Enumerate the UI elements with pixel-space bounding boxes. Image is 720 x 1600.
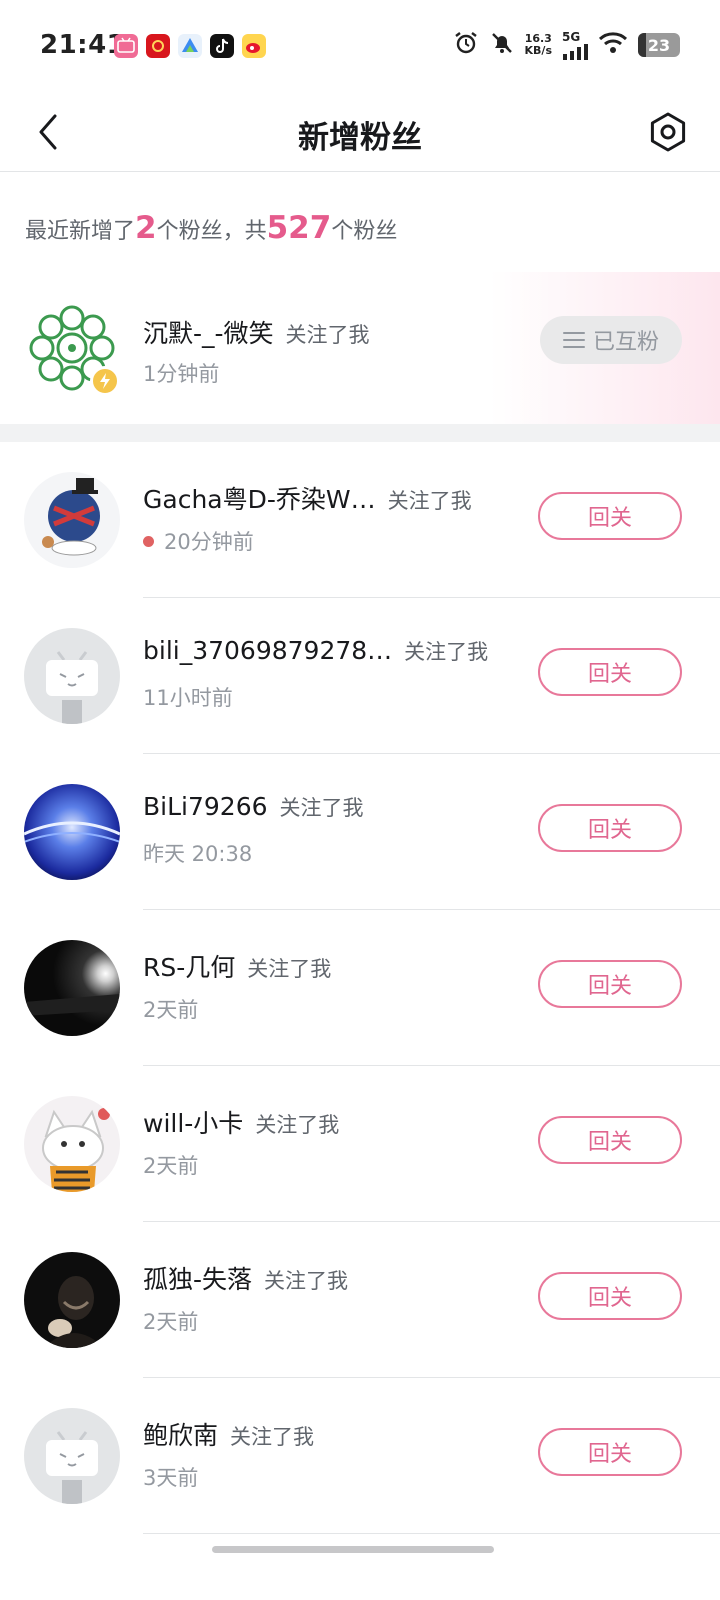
follower-name[interactable]: bili_37069879278… — [143, 636, 392, 665]
section-divider — [0, 424, 720, 442]
follow-time: 2天前 — [143, 1150, 198, 1180]
alarm-icon — [453, 30, 479, 60]
top-nav-bar: 新增粉丝 — [0, 92, 720, 172]
follow-time-text: 20分钟前 — [164, 530, 254, 554]
follower-name-line: 沉默-_-微笑 关注了我 — [143, 314, 370, 350]
follow-time-text: 1分钟前 — [143, 362, 220, 386]
blue-abstract-avatar[interactable] — [24, 784, 120, 880]
lightning-badge-icon — [90, 366, 120, 396]
notification-app-icons — [114, 34, 266, 58]
follower-name-line: Gacha粤D-乔染W… 关注了我 — [143, 480, 472, 516]
follow-back-button[interactable]: 回关 — [538, 804, 682, 852]
follower-row[interactable]: RS-几何 关注了我 2天前 回关 — [0, 910, 720, 1066]
dark-photo-avatar[interactable] — [24, 940, 120, 1036]
maps-icon — [178, 34, 202, 58]
follow-time-text: 2天前 — [143, 1154, 199, 1178]
follow-action-text: 关注了我 — [285, 323, 370, 347]
follower-name[interactable]: BiLi79266 — [143, 792, 268, 821]
follower-name-line: 鲍欣南 关注了我 — [143, 1416, 314, 1452]
follower-name-line: bili_37069879278… 关注了我 — [143, 636, 488, 666]
follower-row[interactable]: Gacha粤D-乔染W… 关注了我 20分钟前 回关 — [0, 442, 720, 598]
bilibili-icon — [114, 34, 138, 58]
follow-time: 3天前 — [143, 1462, 198, 1492]
follow-action-text: 关注了我 — [387, 489, 472, 513]
cellular-signal-icon: 5G — [562, 30, 588, 60]
follow-time-text: 3天前 — [143, 1466, 199, 1490]
follower-name[interactable]: 孤独-失落 — [143, 1260, 252, 1296]
follow-back-button[interactable]: 回关 — [538, 492, 682, 540]
follow-time-text: 昨天 20:38 — [143, 842, 253, 866]
follow-action-text: 关注了我 — [247, 957, 332, 981]
follower-name[interactable]: Gacha粤D-乔染W… — [143, 480, 376, 516]
follow-time-text: 2天前 — [143, 1310, 199, 1334]
follow-action-text: 关注了我 — [404, 640, 489, 664]
battery-level: 23 — [647, 35, 671, 55]
summary-prefix: 最近新增了 — [25, 219, 136, 244]
cartoon-avatar[interactable] — [24, 472, 120, 568]
follow-back-button[interactable]: 回关 — [538, 648, 682, 696]
follower-list: Gacha粤D-乔染W… 关注了我 20分钟前 回关 bili_37069879… — [0, 442, 720, 1534]
network-speed: 16.3 KB/s — [525, 33, 552, 57]
status-time: 21:41 — [40, 30, 126, 60]
mutual-follow-label: 已互粉 — [592, 330, 659, 355]
page-title: 新增粉丝 — [298, 120, 422, 156]
home-indicator[interactable] — [212, 1546, 494, 1553]
settings-button[interactable] — [642, 106, 694, 158]
follower-name[interactable]: RS-几何 — [143, 948, 235, 984]
follower-row[interactable]: 沉默-_-微笑 关注了我 1分钟前 已互粉 — [0, 272, 720, 424]
menu-lines-icon — [562, 332, 585, 348]
network-type: 5G — [562, 30, 581, 44]
follow-time-text: 11小时前 — [143, 686, 233, 710]
summary-suffix: 个粉丝 — [331, 219, 398, 244]
cat-avatar[interactable] — [24, 1096, 120, 1192]
network-speed-unit: KB/s — [524, 44, 552, 57]
follow-action-text: 关注了我 — [279, 796, 364, 820]
follow-time: 11小时前 — [143, 682, 233, 712]
follower-row[interactable]: BiLi79266 关注了我 昨天 20:38 回关 — [0, 754, 720, 910]
follower-name-line: will-小卡 关注了我 — [143, 1104, 339, 1140]
follow-time-text: 2天前 — [143, 998, 199, 1022]
follow-back-button[interactable]: 回关 — [538, 1116, 682, 1164]
default-tv-avatar[interactable] — [24, 628, 120, 724]
status-bar: 21:41 16.3 KB/s 5G 23 — [0, 0, 720, 92]
weibo-icon — [242, 34, 266, 58]
red-app-icon — [146, 34, 170, 58]
follower-row[interactable]: 鲍欣南 关注了我 3天前 回关 — [0, 1378, 720, 1534]
total-follower-count: 527 — [266, 210, 332, 246]
online-dot-icon — [143, 535, 154, 547]
mutual-follow-button[interactable]: 已互粉 — [540, 316, 682, 364]
follower-name-line: 孤独-失落 关注了我 — [143, 1260, 348, 1296]
follower-name-line: RS-几何 关注了我 — [143, 948, 331, 984]
settings-icon — [650, 112, 686, 152]
follower-name[interactable]: will-小卡 — [143, 1104, 243, 1140]
follower-row[interactable]: 孤独-失落 关注了我 2天前 回关 — [0, 1222, 720, 1378]
follow-time: 20分钟前 — [143, 526, 254, 556]
status-indicators: 16.3 KB/s 5G 23 — [453, 30, 680, 60]
follow-back-button[interactable]: 回关 — [538, 1428, 682, 1476]
wifi-icon — [598, 31, 628, 59]
new-follower-count: 2 — [135, 210, 157, 246]
follow-time: 2天前 — [143, 1306, 198, 1336]
follow-action-text: 关注了我 — [230, 1425, 315, 1449]
default-tv-avatar[interactable] — [24, 1408, 120, 1504]
battery-indicator: 23 — [638, 33, 680, 57]
follow-back-button[interactable]: 回关 — [538, 1272, 682, 1320]
dark-person-avatar[interactable] — [24, 1252, 120, 1348]
summary-middle: 个粉丝，共 — [156, 219, 267, 244]
follower-row[interactable]: bili_37069879278… 关注了我 11小时前 回关 — [0, 598, 720, 754]
follower-row[interactable]: will-小卡 关注了我 2天前 回关 — [0, 1066, 720, 1222]
follower-name[interactable]: 鲍欣南 — [143, 1416, 218, 1452]
follow-action-text: 关注了我 — [255, 1113, 340, 1137]
follow-time: 昨天 20:38 — [143, 838, 252, 868]
follow-time: 2天前 — [143, 994, 198, 1024]
tiktok-icon — [210, 34, 234, 58]
follower-summary: 最近新增了2个粉丝，共527个粉丝 — [25, 210, 397, 246]
follow-action-text: 关注了我 — [264, 1269, 349, 1293]
follower-name[interactable]: 沉默-_-微笑 — [143, 314, 274, 350]
follow-back-button[interactable]: 回关 — [538, 960, 682, 1008]
mute-bell-icon — [489, 30, 515, 60]
follow-time: 1分钟前 — [143, 358, 219, 388]
follower-name-line: BiLi79266 关注了我 — [143, 792, 364, 822]
